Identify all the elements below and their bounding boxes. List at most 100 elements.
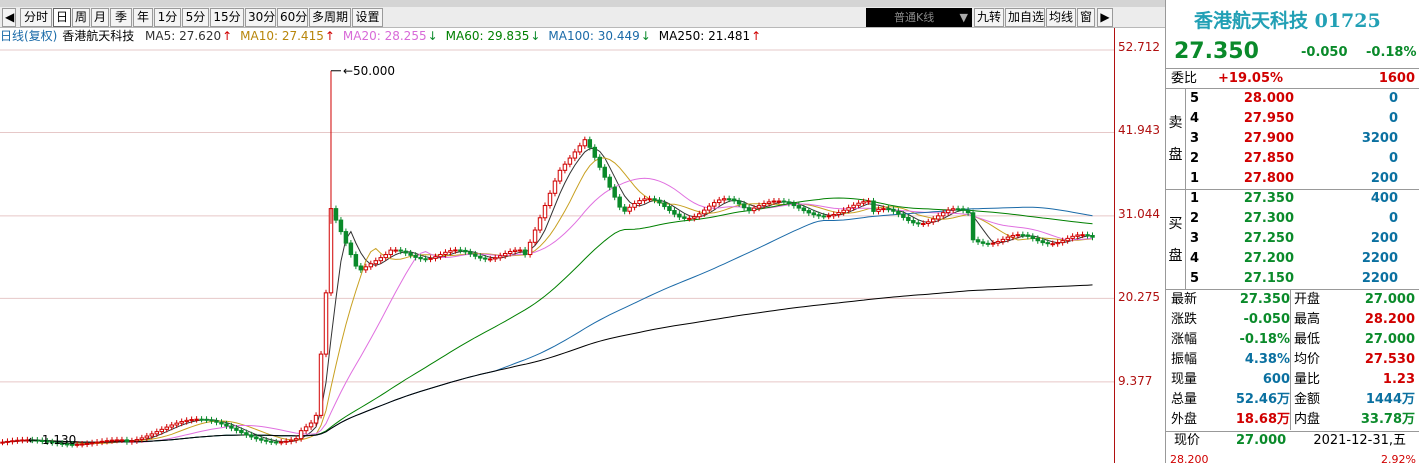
y-tick: 52.712	[1118, 40, 1160, 54]
stat-row: 总量 52.46万 金额 1444万	[1166, 390, 1419, 410]
candle-body	[264, 439, 269, 442]
candle-body	[378, 257, 384, 262]
ma-item-5: MA250: 21.481↑	[659, 29, 762, 43]
stat-value: 27.000	[1364, 332, 1415, 347]
chart-type-select[interactable]: 普通K线 ▼	[866, 8, 972, 27]
book-row[interactable]: 5 27.150 2200	[1186, 269, 1419, 289]
candle-body	[239, 429, 244, 434]
candle-body	[139, 437, 145, 441]
candle-body	[851, 204, 856, 209]
y-tick: 41.943	[1118, 123, 1160, 137]
candle-body	[926, 221, 931, 225]
period-button-6[interactable]: 1分	[154, 8, 181, 27]
settings-button[interactable]: 设置	[352, 8, 383, 27]
ma-item-1: MA10: 27.415↑	[240, 29, 336, 43]
candle-body	[1075, 234, 1080, 237]
book-level: 5	[1190, 91, 1200, 106]
candle-body	[687, 217, 692, 220]
period-button-5[interactable]: 年	[133, 8, 153, 27]
candle-body	[234, 427, 239, 431]
kline-chart[interactable]: ←50.000 ← 1.130	[0, 45, 1115, 463]
book-row[interactable]: 2 27.850 0	[1186, 149, 1419, 169]
candle-body	[134, 439, 140, 442]
stat-label: 内盘	[1294, 412, 1321, 427]
candle-body	[458, 249, 463, 252]
candle-body	[159, 428, 165, 433]
candle-body	[219, 421, 224, 425]
candle-body	[333, 208, 339, 221]
ma-value: MA60: 29.835	[445, 29, 530, 43]
candle-body	[418, 256, 423, 260]
candle-body	[930, 218, 936, 223]
book-row[interactable]: 4 27.950 0	[1186, 109, 1419, 129]
candle-body	[532, 229, 538, 243]
candle-body	[836, 212, 841, 216]
ma-item-2: MA20: 28.255↓	[343, 29, 439, 43]
candle-body	[293, 438, 299, 441]
price-change: -0.050	[1301, 45, 1348, 60]
period-button-8[interactable]: 15分	[210, 8, 244, 27]
book-row[interactable]: 5 28.000 0	[1186, 89, 1419, 109]
period-button-4[interactable]: 季	[110, 8, 132, 27]
candle-body	[896, 210, 901, 215]
period-button-3[interactable]: 月	[91, 8, 109, 27]
book-volume: 200	[1370, 171, 1398, 186]
ma-button[interactable]: 均线	[1046, 8, 1076, 27]
candle-body	[602, 166, 607, 178]
period-button-10[interactable]: 60分	[277, 8, 308, 27]
candle-body	[1015, 234, 1021, 237]
candle-body	[627, 206, 632, 212]
next-icon[interactable]: ▶	[1097, 8, 1113, 27]
period-button-7[interactable]: 5分	[182, 8, 209, 27]
book-volume: 2200	[1361, 271, 1398, 286]
candle-body	[179, 421, 184, 424]
candle-body	[468, 251, 473, 255]
weibi-diff: 1600	[1378, 71, 1415, 86]
candle-body	[502, 252, 508, 257]
book-row[interactable]: 2 27.300 0	[1186, 209, 1419, 229]
book-row[interactable]: 3 27.900 3200	[1186, 129, 1419, 149]
book-volume: 0	[1388, 211, 1398, 226]
candle-body	[592, 146, 598, 158]
candle-body	[492, 257, 498, 260]
candle-body	[921, 223, 926, 226]
book-price: 27.300	[1243, 211, 1294, 226]
candle-body	[478, 255, 483, 259]
book-row[interactable]: 1 27.350 400	[1186, 189, 1419, 209]
period-button-9[interactable]: 30分	[245, 8, 276, 27]
candle-body	[771, 200, 777, 203]
candle-body	[1045, 242, 1050, 245]
period-button-1[interactable]: 日	[53, 8, 71, 27]
candle-body	[373, 260, 379, 265]
candle-body	[527, 241, 533, 256]
candle-body	[169, 424, 174, 428]
book-row[interactable]: 3 27.250 200	[1186, 229, 1419, 249]
candle-body	[945, 209, 951, 214]
ma-value: MA250: 21.481	[658, 29, 751, 43]
book-row[interactable]: 1 27.800 200	[1186, 169, 1419, 189]
bottom-price: 27.000	[1236, 433, 1287, 448]
candle-body	[0, 441, 5, 444]
book-price: 27.850	[1243, 151, 1294, 166]
period-button-11[interactable]: 多周期	[309, 8, 351, 27]
candle-body	[408, 252, 413, 256]
candle-body	[229, 425, 234, 429]
candle-body	[866, 200, 871, 203]
candle-body	[970, 212, 976, 241]
stat-label: 最低	[1294, 332, 1321, 347]
book-row[interactable]: 4 27.200 2200	[1186, 249, 1419, 269]
sell-side-label: 卖盘	[1166, 89, 1186, 189]
add-watchlist-button[interactable]: 加自选	[1005, 8, 1045, 27]
stat-label: 最高	[1294, 312, 1321, 327]
period-button-2[interactable]: 周	[72, 8, 90, 27]
low-label: ← 1.130	[28, 433, 76, 447]
stat-value: 18.68万	[1235, 412, 1290, 427]
period-button-0[interactable]: 分时	[20, 8, 52, 27]
candle-body	[517, 249, 523, 252]
nine-turn-button[interactable]: 九转	[974, 8, 1004, 27]
prev-icon[interactable]: ◀	[2, 8, 16, 27]
window-button[interactable]: 窗	[1077, 8, 1095, 27]
candle-body	[144, 435, 150, 439]
book-volume: 0	[1388, 91, 1398, 106]
sell-char-1: 卖	[1168, 115, 1183, 131]
